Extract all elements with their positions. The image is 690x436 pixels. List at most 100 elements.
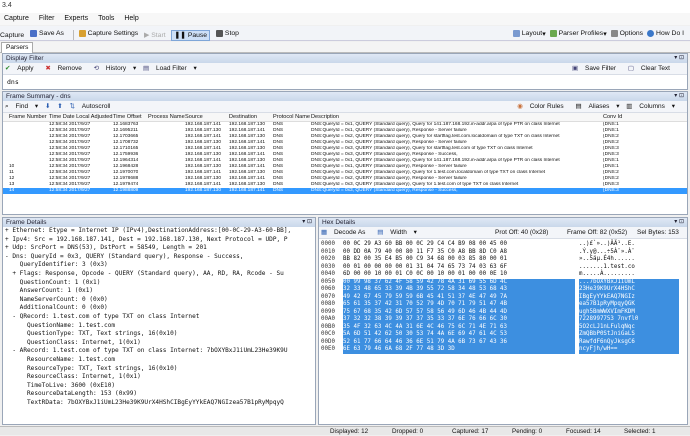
load-filter-button[interactable]: ▤ Load Filter ▾ bbox=[143, 63, 197, 75]
hex-bytes[interactable]: 00 DD 0A 79 40 00 80 11 F7 35 C0 A8 BB 8… bbox=[343, 249, 575, 257]
hex-ascii[interactable]: ea57B1pRyMpqyQGK bbox=[579, 301, 679, 309]
options-button[interactable]: Options bbox=[610, 26, 643, 41]
tree-node[interactable]: AdditionalCount: 0 (0x0) bbox=[5, 304, 315, 313]
layout-button[interactable]: Layout ▾ bbox=[512, 26, 546, 41]
menu-tools[interactable]: Tools bbox=[98, 13, 114, 25]
tab-parsers[interactable]: Parsers bbox=[1, 42, 34, 53]
col-protocol-name[interactable]: Protocol Name bbox=[273, 113, 310, 122]
pause-button[interactable]: ❚❚ Pause bbox=[171, 29, 211, 41]
hex-bytes[interactable]: 75 67 68 35 42 6D 57 57 58 56 49 6D 46 4… bbox=[343, 308, 575, 316]
hex-ascii[interactable]: RawfdF6nQyJksgC6 bbox=[579, 338, 679, 346]
decode-as-button[interactable]: ▦ Decode As bbox=[321, 227, 370, 239]
how-do-i-button[interactable]: How Do I bbox=[647, 26, 684, 41]
hex-bytes[interactable]: 35 4F 32 63 4C 4A 31 6E 4C 46 75 6C 71 4… bbox=[343, 323, 575, 331]
tree-node[interactable]: + Ipv4: Src = 192.168.187.141, Dest = 19… bbox=[5, 236, 315, 245]
find-button[interactable]: ⌕ Find ▾ bbox=[5, 101, 38, 113]
hex-ascii[interactable]: »..5äµ.É4h...... bbox=[579, 256, 679, 264]
pin-icon[interactable]: ▾ ⊡ bbox=[674, 218, 684, 227]
tree-node[interactable]: AnswerCount: 1 (0x1) bbox=[5, 287, 315, 296]
tree-node[interactable]: QueryIdentifier: 3 (0x3) bbox=[5, 261, 315, 270]
hex-ascii[interactable]: m.....À......... bbox=[579, 271, 679, 279]
col-source[interactable]: Source bbox=[185, 113, 203, 122]
menu-filter[interactable]: Filter bbox=[39, 13, 55, 25]
hex-bytes[interactable]: 52 61 77 66 64 46 36 6E 51 79 4A 6B 73 6… bbox=[343, 338, 575, 346]
hex-bytes[interactable]: 6D 00 00 10 00 01 C0 0C 00 10 00 01 00 0… bbox=[343, 271, 575, 279]
tree-node[interactable]: - QRecord: 1.test.com of type TXT on cla… bbox=[5, 313, 315, 322]
hex-ascii[interactable]: 5O2cLJ1nLFulqNqc bbox=[579, 323, 679, 331]
hex-bytes[interactable]: 32 33 48 65 33 39 4B 39 55 72 58 34 48 5… bbox=[343, 286, 575, 294]
col-process-name[interactable]: Process Name bbox=[148, 113, 185, 122]
aliases-button[interactable]: ▤ Aliases ▾ bbox=[575, 101, 619, 113]
clear-text-button[interactable]: ▢ Clear Text bbox=[628, 63, 675, 75]
hex-bytes[interactable]: 00 99 98 37 62 4F 58 59 42 78 4A 31 69 5… bbox=[343, 278, 575, 286]
hex-ascii[interactable]: ugh5BmWWXVImFKDM bbox=[579, 308, 679, 316]
start-button[interactable]: ▶ Start bbox=[144, 28, 166, 43]
tree-node[interactable]: + Udp: SrcPort = DNS(53), DstPort = 5854… bbox=[5, 244, 315, 253]
history-button[interactable]: ⟲ History ▾ bbox=[94, 63, 137, 75]
pin-icon[interactable]: ▾ ⊡ bbox=[302, 218, 312, 227]
hex-ascii[interactable]: .......1.test.co bbox=[579, 264, 679, 272]
tree-node[interactable]: TextRData: 7bOXYBxJ1iUmL23He39K9UrX4HShC… bbox=[5, 398, 315, 408]
tree-node[interactable]: - Dns: QueryId = 0x3, QUERY (Standard qu… bbox=[5, 253, 315, 262]
col-frame-number[interactable]: Frame Number bbox=[9, 113, 47, 122]
color-rules-button[interactable]: ◉ Color Rules bbox=[517, 101, 568, 113]
tree-node[interactable]: - ARecord: 1.test.com of type TXT on cla… bbox=[5, 347, 315, 356]
hex-bytes[interactable]: 5A 6D 51 42 62 50 30 53 74 4A 6E 69 47 6… bbox=[343, 331, 575, 339]
tree-node[interactable]: QuestionType: TXT, Text strings, 16(0x10… bbox=[5, 330, 315, 339]
pin-icon[interactable]: ▾ ⊡ bbox=[674, 92, 684, 101]
col-time-offset[interactable]: Time Offset bbox=[113, 113, 142, 122]
remove-button[interactable]: ✖ Remove bbox=[45, 63, 86, 75]
tree-node[interactable]: + Ethernet: Etype = Internet IP (IPv4),D… bbox=[5, 227, 315, 236]
menu-capture[interactable]: Capture bbox=[4, 13, 29, 25]
hex-bytes[interactable]: BB 82 00 35 E4 B5 00 C9 34 68 00 03 85 8… bbox=[343, 256, 575, 264]
hex-ascii[interactable]: ZmQBbP0StJniGaLS bbox=[579, 331, 679, 339]
tree-node[interactable]: TimeToLive: 3600 (0xE10) bbox=[5, 381, 315, 391]
save-filter-button[interactable]: ▣ Save Filter bbox=[572, 63, 621, 75]
save-as-button[interactable]: Save As bbox=[30, 26, 64, 41]
tree-node[interactable]: QuestionName: 1.test.com bbox=[5, 322, 315, 331]
frame-details-tree[interactable]: + Ethernet: Etype = Internet IP (IPv4),D… bbox=[3, 227, 315, 408]
width-button[interactable]: ▤ Width ▾ bbox=[377, 227, 417, 239]
tree-node[interactable]: + Flags: Response, Opcode - QUERY (Stand… bbox=[5, 270, 315, 279]
apply-button[interactable]: ✔ Apply bbox=[5, 63, 39, 75]
hex-ascii[interactable]: 23He39K9UrX4HShC bbox=[579, 286, 679, 294]
col-description[interactable]: Description bbox=[311, 113, 339, 122]
capture-button[interactable]: Capture bbox=[0, 28, 24, 43]
capture-settings-button[interactable]: Capture Settings bbox=[78, 26, 138, 41]
pin-icon[interactable]: ▾ ⊡ bbox=[674, 54, 684, 63]
hex-bytes[interactable]: 65 61 35 37 42 31 70 52 79 4D 70 71 79 5… bbox=[343, 301, 575, 309]
stop-button[interactable]: Stop bbox=[215, 26, 239, 41]
hex-ascii[interactable]: ...7bOXYBxJ1iUmL bbox=[579, 278, 679, 286]
hex-ascii[interactable]: ncyFjh/wH== bbox=[579, 346, 679, 354]
menu-help[interactable]: Help bbox=[124, 13, 138, 25]
col-conv-id[interactable]: Conv Id bbox=[603, 113, 622, 122]
tree-node[interactable]: ResourceClass: Internet, 1(0x1) bbox=[5, 373, 315, 382]
hex-bytes[interactable]: 00 0C 29 A3 60 BB 00 0C 29 C4 C4 B9 08 0… bbox=[343, 241, 575, 249]
table-row[interactable]: 14 12:58:34 2017/9/27 12.1988809 192.168.18… bbox=[3, 188, 687, 194]
tree-node[interactable]: ResourceDataLength: 153 (0x99) bbox=[5, 390, 315, 399]
col-destination[interactable]: Destination bbox=[229, 113, 257, 122]
menu-experts[interactable]: Experts bbox=[64, 13, 88, 25]
tree-node[interactable]: QuestionCount: 1 (0x1) bbox=[5, 279, 315, 288]
tree-node[interactable]: NameServerCount: 0 (0x0) bbox=[5, 296, 315, 305]
hex-details-pane: Hex Details ▾ ⊡ ▦ Decode As ▤ Width ▾ Pro… bbox=[318, 217, 688, 425]
hex-ascii[interactable]: ..)£`»..)ÄÄ¹..E. bbox=[579, 241, 679, 249]
hex-bytes[interactable]: 49 42 67 45 79 59 59 6B 45 41 51 37 4E 4… bbox=[343, 293, 575, 301]
parser-profiles-button[interactable]: Parser Profiles ▾ bbox=[549, 26, 607, 41]
hex-dump[interactable]: 0000 00 0C 29 A3 60 BB 00 0C 29 C4 C4 B9 … bbox=[319, 239, 687, 354]
filter-text-input[interactable]: dns bbox=[3, 75, 687, 89]
hex-ascii[interactable]: 7228997753 7nvfl0 bbox=[579, 316, 679, 324]
hex-bytes[interactable]: 00 01 00 00 00 00 01 31 04 74 65 73 74 0… bbox=[343, 264, 575, 272]
col-time-date[interactable]: Time Date Local Adjusted bbox=[49, 113, 113, 122]
hex-ascii[interactable]: IBgEyYYkEAQ7NGIz bbox=[579, 293, 679, 301]
down-arrow-icon[interactable]: ⬇ bbox=[45, 101, 50, 113]
tree-node[interactable]: ResourceName: 1.test.com bbox=[5, 355, 315, 365]
hex-ascii[interactable]: .Ý.y@...÷5À¨».À¨ bbox=[579, 249, 679, 257]
hex-bytes[interactable]: 6E 63 79 46 6A 68 2F 77 48 3D 3D bbox=[343, 346, 575, 354]
tree-node[interactable]: ResourceType: TXT, Text strings, 16(0x10… bbox=[5, 364, 315, 374]
columns-button[interactable]: ▥ Columns ▾ bbox=[626, 101, 675, 113]
autoscroll-button[interactable]: ⇅ Autoscroll bbox=[70, 101, 116, 113]
tree-node[interactable]: QuestionClass: Internet, 1(0x1) bbox=[5, 339, 315, 348]
hex-bytes[interactable]: 37 32 32 38 39 39 37 37 35 33 37 6E 76 6… bbox=[343, 316, 575, 324]
up-arrow-icon[interactable]: ⬆ bbox=[57, 101, 62, 113]
